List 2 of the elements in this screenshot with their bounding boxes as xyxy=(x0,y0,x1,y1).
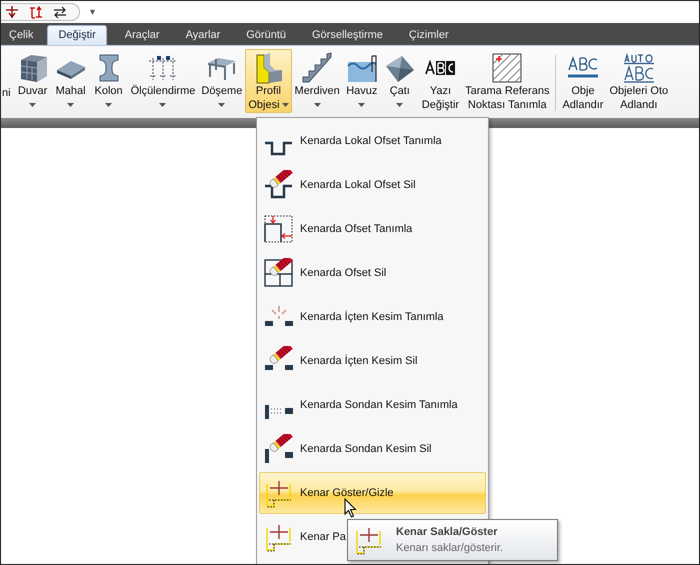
tooltip-description: Kenarı saklar/gösterir. xyxy=(396,542,503,554)
tooltip-title: Kenar Sakla/Göster xyxy=(396,526,498,538)
